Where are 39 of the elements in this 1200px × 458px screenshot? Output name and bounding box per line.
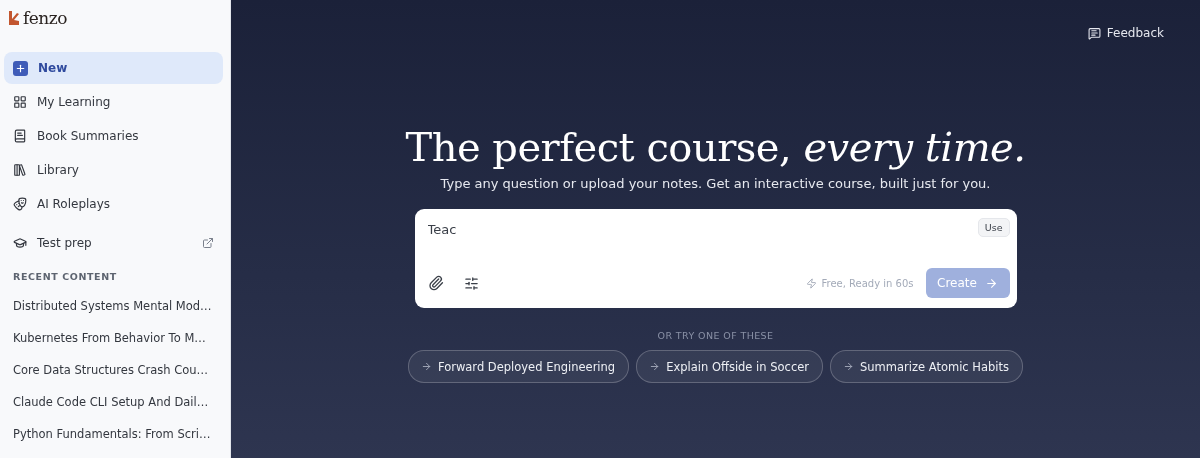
logo-text: fenzo <box>23 8 67 28</box>
input-field[interactable]: Teac <box>427 221 966 237</box>
logo-icon <box>8 10 20 26</box>
sliders-icon[interactable] <box>463 275 479 291</box>
nav-item[interactable]: New <box>4 52 223 84</box>
suggestions-heading: OR TRY ONE OF THESE <box>657 330 774 341</box>
hero-subtitle: Type any question or upload your notes. Get an interactive course, built just for you. <box>440 176 991 191</box>
graduation-cap-icon <box>13 236 27 250</box>
recent-item[interactable]: Python Fundamentals: From Scri… <box>4 418 223 450</box>
arrow-right-icon <box>843 361 855 372</box>
recent-item[interactable]: Distributed Systems Mental Mod… <box>4 290 223 322</box>
chat-icon <box>1087 26 1101 40</box>
nav-item[interactable]: Test prep <box>4 227 223 259</box>
plus-icon <box>13 60 28 76</box>
masks-icon <box>13 197 27 211</box>
note-text: Free, Ready in 60s <box>821 277 914 289</box>
lightning-icon <box>806 277 818 289</box>
external-link-icon <box>202 237 214 249</box>
paperclip-icon[interactable] <box>427 275 444 291</box>
recent-item[interactable]: Kubernetes From Behavior To M… <box>4 322 223 354</box>
arrow-right-icon <box>420 361 432 372</box>
suggestion-chip[interactable]: Summarize Atomic Habits <box>830 350 1024 383</box>
suggestion-chip[interactable]: Forward Deployed Engineering <box>407 350 630 383</box>
arrow-right-icon <box>984 276 998 290</box>
recent-item[interactable]: Claude Code CLI Setup And Dail… <box>4 386 223 418</box>
use-button[interactable]: Use <box>977 218 1010 237</box>
arrow-right-icon <box>649 361 661 372</box>
section-heading: RECENT CONTENT <box>12 270 118 284</box>
books-icon <box>13 163 27 177</box>
recent-item[interactable]: Core Data Structures Crash Cou… <box>4 354 223 386</box>
nav-item[interactable]: Library <box>4 154 223 186</box>
nav-item[interactable]: Book Summaries <box>4 120 223 152</box>
nav-item[interactable]: My Learning <box>4 86 223 118</box>
grid-icon <box>13 95 27 109</box>
feedback-button[interactable]: Feedback <box>1087 24 1164 42</box>
nav-item[interactable]: AI Roleplays <box>4 188 223 220</box>
hero-title: The perfect course, every time. <box>405 124 1026 170</box>
suggestion-chip[interactable]: Explain Offside in Soccer <box>636 350 824 383</box>
book-icon <box>13 129 27 143</box>
